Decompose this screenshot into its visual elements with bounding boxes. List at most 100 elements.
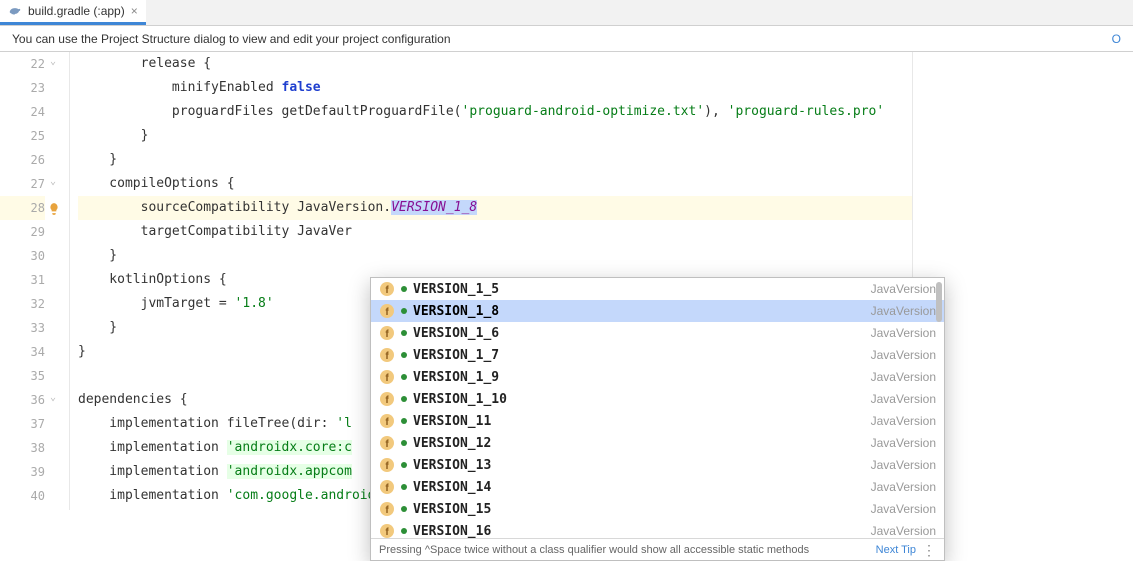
visibility-dot-icon: [401, 374, 407, 380]
visibility-dot-icon: [401, 484, 407, 490]
completion-type: JavaVersion: [871, 436, 936, 450]
completion-label: VERSION_15: [413, 502, 865, 517]
gutter-line: 22⌄: [0, 52, 45, 76]
info-bar-action-truncated[interactable]: O: [1112, 32, 1121, 46]
code-line[interactable]: }: [78, 124, 912, 148]
visibility-dot-icon: [401, 528, 407, 534]
field-icon: f: [379, 435, 395, 451]
scrollbar-thumb[interactable]: [936, 282, 942, 322]
completion-type: JavaVersion: [871, 282, 936, 296]
gutter-line: 31: [0, 268, 45, 292]
gutter-line: 38: [0, 436, 45, 460]
completion-item[interactable]: f VERSION_1_5 JavaVersion: [371, 278, 944, 300]
gutter-line: 25: [0, 124, 45, 148]
completion-item[interactable]: fVERSION_11JavaVersion: [371, 410, 944, 432]
code-line[interactable]: compileOptions {: [78, 172, 912, 196]
info-message: You can use the Project Structure dialog…: [12, 32, 451, 46]
field-icon: f: [379, 281, 395, 297]
gutter-line: 24: [0, 100, 45, 124]
visibility-dot-icon: [401, 418, 407, 424]
completion-label: VERSION_1_7: [413, 348, 865, 363]
gutter-line: 30: [0, 244, 45, 268]
completion-label: VERSION_16: [413, 524, 865, 539]
completion-label: VERSION_1_6: [413, 326, 865, 341]
completion-item[interactable]: f VERSION_12 JavaVersion: [371, 432, 944, 454]
field-icon: f: [379, 325, 395, 341]
field-icon: f: [379, 501, 395, 517]
editor: 22⌄2324252627⌄282930313233343536⌄3738394…: [0, 52, 1133, 510]
completion-type: JavaVersion: [871, 370, 936, 384]
field-icon: f: [379, 479, 395, 495]
completion-item[interactable]: f VERSION_1_8 JavaVersion: [371, 300, 944, 322]
tab-bar: build.gradle (:app) ×: [0, 0, 1133, 26]
completion-label: VERSION_1_8: [413, 304, 865, 319]
gutter-line: 23: [0, 76, 45, 100]
fold-icon[interactable]: ⌄: [47, 56, 59, 68]
fold-icon[interactable]: ⌄: [47, 392, 59, 404]
gutter-line: 26: [0, 148, 45, 172]
completion-type: JavaVersion: [871, 414, 936, 428]
completion-item[interactable]: f VERSION_16 JavaVersion: [371, 520, 944, 538]
completion-type: JavaVersion: [871, 480, 936, 494]
completion-type: JavaVersion: [871, 304, 936, 318]
completion-item[interactable]: f VERSION_1_7 JavaVersion: [371, 344, 944, 366]
completion-type: JavaVersion: [871, 524, 936, 538]
field-icon: f: [379, 347, 395, 363]
completion-item[interactable]: fVERSION_1_10JavaVersion: [371, 388, 944, 410]
info-bar: You can use the Project Structure dialog…: [0, 26, 1133, 52]
completion-label: VERSION_1_10: [413, 392, 865, 407]
gradle-icon: [8, 4, 22, 18]
field-icon: f: [379, 303, 395, 319]
completion-label: VERSION_1_5: [413, 282, 865, 297]
visibility-dot-icon: [401, 440, 407, 446]
completion-popup: f VERSION_1_5 JavaVersion f VERSION_1_8 JavaV…: [370, 277, 945, 561]
visibility-dot-icon: [401, 396, 407, 402]
code-line[interactable]: sourceCompatibility JavaVersion.VERSION_…: [78, 196, 912, 220]
completion-type: JavaVersion: [871, 326, 936, 340]
gutter-line: 35: [0, 364, 45, 388]
field-icon: f: [379, 523, 395, 538]
completion-type: JavaVersion: [871, 348, 936, 362]
visibility-dot-icon: [401, 506, 407, 512]
completion-label: VERSION_13: [413, 458, 865, 473]
completion-item[interactable]: f VERSION_15 JavaVersion: [371, 498, 944, 520]
close-icon[interactable]: ×: [131, 5, 138, 17]
completion-label: VERSION_14: [413, 480, 865, 495]
gutter-line: 39: [0, 460, 45, 484]
intention-bulb-icon[interactable]: [47, 200, 61, 214]
completion-type: JavaVersion: [871, 458, 936, 472]
gutter-line: 40: [0, 484, 45, 508]
completion-footer: Pressing ^Space twice without a class qu…: [371, 538, 944, 560]
gutter-line: 36⌄: [0, 388, 45, 412]
gutter-line: 37: [0, 412, 45, 436]
gutter-line: 32: [0, 292, 45, 316]
fold-icon[interactable]: ⌄: [47, 176, 59, 188]
code-line[interactable]: targetCompatibility JavaVer: [78, 220, 912, 244]
tab-label: build.gradle (:app): [28, 4, 125, 18]
field-icon: f: [379, 457, 395, 473]
code-line[interactable]: }: [78, 244, 912, 268]
gutter-line: 27⌄: [0, 172, 45, 196]
completion-type: JavaVersion: [871, 502, 936, 516]
code-line[interactable]: minifyEnabled false: [78, 76, 912, 100]
code-line[interactable]: proguardFiles getDefaultProguardFile('pr…: [78, 100, 912, 124]
completion-item[interactable]: fVERSION_1_9JavaVersion: [371, 366, 944, 388]
completion-label: VERSION_11: [413, 414, 865, 429]
field-icon: f: [379, 369, 395, 385]
gutter-line: 34: [0, 340, 45, 364]
completion-item[interactable]: f VERSION_14 JavaVersion: [371, 476, 944, 498]
gutter-line: 29: [0, 220, 45, 244]
completion-label: VERSION_12: [413, 436, 865, 451]
visibility-dot-icon: [401, 330, 407, 336]
gutter-line: 28: [0, 196, 45, 220]
code-line[interactable]: release {: [78, 52, 912, 76]
field-icon: f: [379, 391, 395, 407]
completion-item[interactable]: f VERSION_1_6 JavaVersion: [371, 322, 944, 344]
more-icon[interactable]: ⋮: [922, 543, 936, 557]
completion-item[interactable]: f VERSION_13 JavaVersion: [371, 454, 944, 476]
visibility-dot-icon: [401, 352, 407, 358]
visibility-dot-icon: [401, 462, 407, 468]
tab-build-gradle[interactable]: build.gradle (:app) ×: [0, 0, 146, 25]
next-tip-link[interactable]: Next Tip: [876, 544, 916, 556]
code-line[interactable]: }: [78, 148, 912, 172]
